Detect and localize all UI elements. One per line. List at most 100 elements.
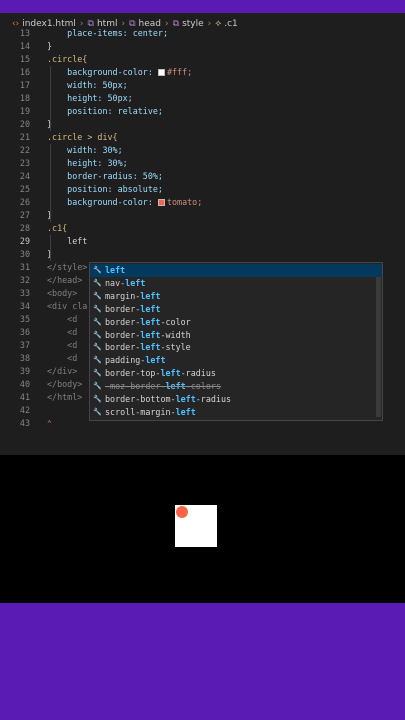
line-text: place-items: center; [47,28,169,38]
line-number: 31 [19,262,30,272]
code-line[interactable]: 22 width: 30%; [0,144,405,157]
code-line[interactable]: 26 background-color: tomato; [0,196,405,209]
suggestion-item[interactable]: 🔧 -moz-border-left-colors [90,380,382,393]
line-number: 13 [19,28,30,38]
line-number: 18 [19,93,30,103]
code-line[interactable]: 15 .circle{ [0,53,405,66]
line-number: 25 [19,184,30,194]
wrench-icon: 🔧 [93,369,102,378]
suggestion-label: scroll-margin-left [105,406,196,417]
wrench-icon: 🔧 [93,343,102,352]
preview-circle-box [175,505,217,547]
preview-pane [0,455,405,603]
line-text: <d [47,340,78,350]
autocomplete-suggestions[interactable]: 🔧 left 🔧 nav-left 🔧 margin-left 🔧 border-left 🔧 b… [89,262,383,421]
suggestion-item[interactable]: 🔧 border-left-color [90,316,382,329]
line-number: 29 [19,236,30,246]
suggestion-item[interactable]: 🔧 border-bottom-left-radius [90,393,382,406]
suggestion-label: margin-left [105,290,161,301]
line-number: 36 [19,327,30,337]
line-text: width: 50px; [47,80,128,90]
line-number: 24 [19,171,30,181]
line-text: .circle{ [47,54,88,64]
line-number: 34 [19,301,30,311]
suggestion-item[interactable]: 🔧 margin-left [90,290,382,303]
code-line[interactable]: 29 left [0,235,405,248]
line-number: 39 [19,366,30,376]
wrench-icon: 🔧 [93,317,102,326]
line-number: 37 [19,340,30,350]
code-line[interactable]: 24 border-radius: 50%; [0,170,405,183]
suggestion-item[interactable]: 🔧 border-top-left-radius [90,367,382,380]
suggestion-item[interactable]: 🔧 border-left [90,303,382,316]
suggestion-label: nav-left [105,277,146,288]
line-number: 14 [19,41,30,51]
suggestion-item[interactable]: 🔧 border-left-width [90,329,382,342]
code-line[interactable]: 18 height: 50px; [0,92,405,105]
line-number: 28 [19,223,30,233]
suggestion-item[interactable]: 🔧 border-left-style [90,341,382,354]
code-line[interactable]: 21 .circle > div{ [0,131,405,144]
line-text: .c1{ [47,223,68,233]
wrench-icon: 🔧 [93,304,102,313]
line-number: 17 [19,80,30,90]
line-text: height: 30%; [47,158,128,168]
suggestion-item[interactable]: 🔧 scroll-margin-left [90,406,382,419]
line-number: 15 [19,54,30,64]
line-number: 22 [19,145,30,155]
code-line[interactable]: 13 place-items: center; [0,27,405,40]
line-number: 19 [19,106,30,116]
wrench-icon: 🔧 [93,395,102,403]
suggestion-item[interactable]: 🔧 padding-left [90,354,382,367]
line-text: </head> [47,275,83,285]
suggestion-label: border-top-left-radius [105,368,216,379]
code-line[interactable]: 23 height: 30%; [0,157,405,170]
code-line[interactable]: 27} [0,209,405,222]
line-text: } [47,41,53,51]
line-number: 38 [19,353,30,363]
suggestion-label: border-left-color [105,316,191,327]
code-line[interactable]: 28 .c1{ [0,222,405,235]
code-line[interactable]: 30} [0,248,405,261]
indent-guide [50,144,51,222]
line-text: </html> [47,392,83,402]
line-number: 20 [19,119,30,129]
suggestion-label: left [105,265,126,275]
suggestion-label: padding-left [105,355,166,366]
preview-tomato-dot [176,506,188,518]
code-line[interactable]: 19 position: relative; [0,105,405,118]
line-number: 33 [19,288,30,298]
line-number: 35 [19,314,30,324]
wrench-icon: 🔧 [93,407,102,416]
line-text: background-color: tomato; [47,197,203,207]
wrench-icon: 🔧 [93,356,102,365]
code-line[interactable]: 20} [0,118,405,131]
indent-guide [50,235,51,261]
wrench-icon: 🔧 [93,266,102,274]
bottom-frame-band [0,603,405,720]
line-value: tomato; [166,197,203,207]
line-number: 26 [19,197,30,207]
code-editor[interactable]: ‹› index1.html › ⧉ html › ⧉ head › ⧉ sty… [0,13,405,455]
code-line[interactable]: 14} [0,40,405,53]
line-text: position: relative; [47,106,163,116]
line-text: <d [47,327,78,337]
wrench-icon: 🔧 [93,382,102,391]
suggestion-item[interactable]: 🔧 nav-left [90,277,382,290]
line-number: 32 [19,275,30,285]
top-frame-band [0,0,405,13]
wrench-icon: 🔧 [93,278,102,287]
line-text: <d [47,314,78,324]
line-text: .circle > div{ [47,132,118,142]
line-number: 23 [19,158,30,168]
line-text: <d [47,353,78,363]
suggestion-item[interactable]: 🔧 left [90,264,382,277]
code-line[interactable]: 25 position: absolute; [0,183,405,196]
line-text: border-radius: 50%; [47,171,163,181]
color-swatch-icon[interactable] [157,69,165,76]
color-swatch-icon[interactable] [157,199,165,206]
fold-marker-icon: ⌃ [47,419,52,428]
code-line[interactable]: 17 width: 50px; [0,79,405,92]
line-text: position: absolute; [47,184,163,194]
code-line[interactable]: 16 background-color: #fff; [0,66,405,79]
